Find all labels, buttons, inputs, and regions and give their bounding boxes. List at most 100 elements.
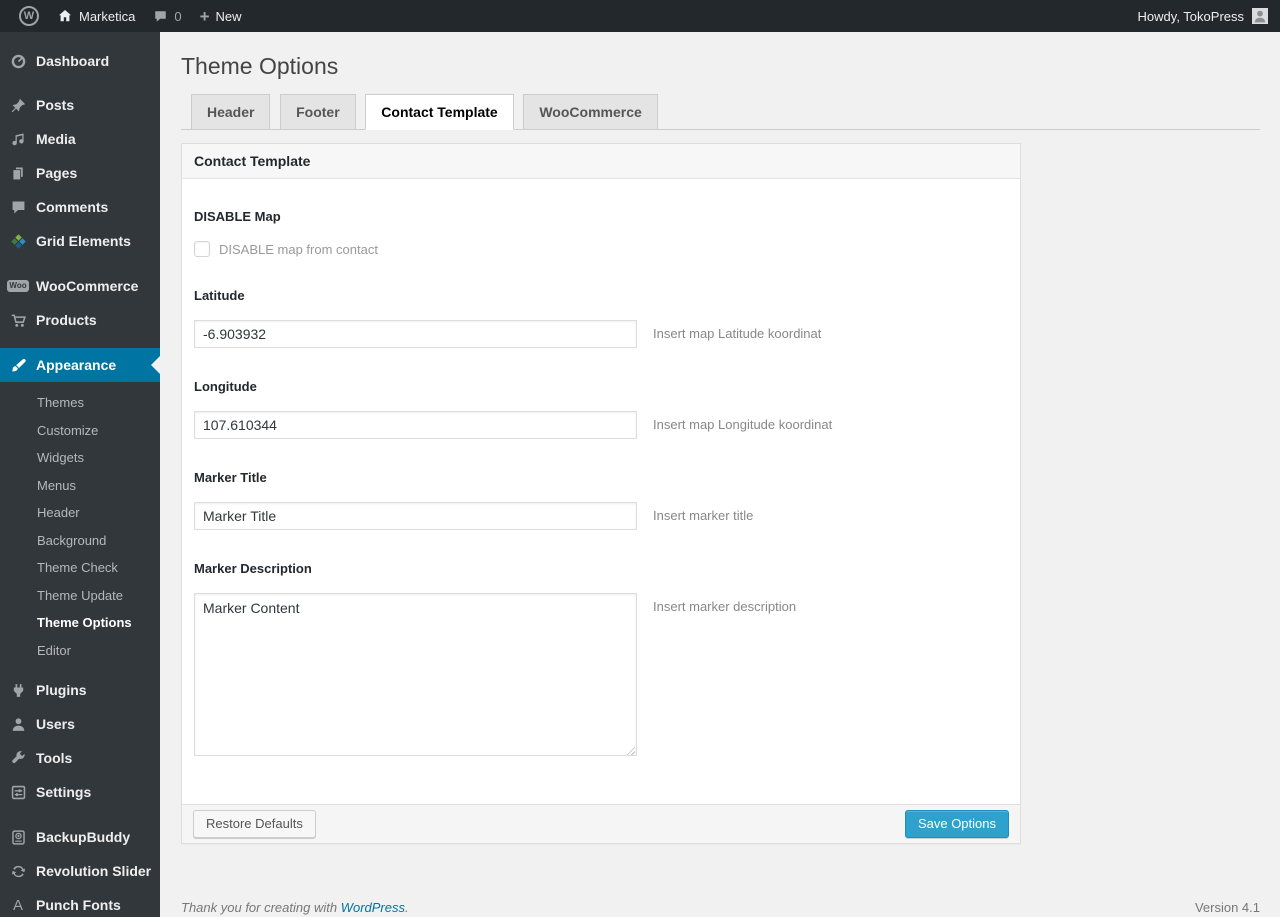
wordpress-link[interactable]: WordPress [341,900,405,915]
sidebar-label: Media [36,131,76,147]
submenu-item-widgets[interactable]: Widgets [0,444,160,472]
sidebar-item-backupbuddy[interactable]: BackupBuddy [0,820,160,854]
sidebar-label: Tools [36,750,73,766]
page-title: Theme Options [181,53,339,79]
longitude-input[interactable] [194,411,637,439]
tab-woocommerce[interactable]: WooCommerce [523,94,658,130]
sidebar-item-appearance[interactable]: Appearance [0,348,160,382]
wordpress-logo-icon: W [19,6,39,26]
page-footer: Thank you for creating with WordPress. V… [181,900,1260,915]
marker-description-help-text: Insert marker description [653,599,797,614]
sidebar-label: Products [36,312,97,328]
comment-bubble-icon [153,9,168,24]
sidebar-item-plugins[interactable]: Plugins [0,673,160,707]
comment-count: 0 [174,8,182,24]
restore-defaults-button[interactable]: Restore Defaults [193,810,316,838]
marker-description-textarea[interactable]: Marker Content [194,593,637,756]
sidebar-label: Appearance [36,357,117,373]
submenu-item-customize[interactable]: Customize [0,417,160,445]
cycle-arrows-icon [8,861,28,881]
main-content: Theme Options Header Footer Contact Temp… [160,32,1280,915]
backup-drive-icon [8,827,28,847]
plug-icon [8,680,28,700]
sidebar-item-users[interactable]: Users [0,707,160,741]
site-name: Marketica [79,8,136,24]
sliders-icon [8,782,28,802]
comments-menu[interactable]: 0 [144,0,190,32]
tab-contact-template[interactable]: Contact Template [365,94,514,130]
woocommerce-badge-icon: Woo [7,280,29,292]
version-text: Version 4.1 [1194,900,1260,915]
latitude-input[interactable] [194,320,637,348]
sidebar-label: Punch Fonts [36,897,121,913]
howdy-account-menu[interactable]: Howdy, TokoPress [1138,9,1244,24]
appearance-submenu: Themes Customize Widgets Menus Header Ba… [0,382,160,673]
sidebar-item-woocommerce[interactable]: Woo WooCommerce [0,269,160,303]
marker-description-label: Marker Description [194,561,312,576]
field-group-latitude: Latitude Insert map Latitude koordinat [194,288,1008,348]
save-options-button[interactable]: Save Options [904,810,1009,838]
sidebar-item-punch-fonts[interactable]: A Punch Fonts [0,888,160,917]
sidebar-item-pages[interactable]: Pages [0,156,160,190]
sidebar-label: Plugins [36,682,87,698]
admin-bar: W Marketica 0 + New Howdy, TokoPress [0,0,1280,32]
sidebar-item-comments[interactable]: Comments [0,190,160,224]
site-name-menu[interactable]: Marketica [48,0,144,32]
panel-body: DISABLE Map DISABLE map from contact Lat… [182,179,1020,804]
sidebar-label: Users [36,716,75,732]
new-label: New [215,8,242,24]
longitude-label: Longitude [194,379,257,394]
footer-thanks-prefix: Thank you for creating with [181,900,341,915]
submenu-item-background[interactable]: Background [0,527,160,555]
pages-stack-icon [8,163,28,183]
disable-map-checkbox-label: DISABLE map from contact [219,241,378,257]
latitude-help-text: Insert map Latitude koordinat [653,326,822,341]
admin-sidebar: Dashboard Posts Media Pages Comments Gri… [0,32,160,917]
submenu-item-editor[interactable]: Editor [0,637,160,665]
marker-title-label: Marker Title [194,470,267,485]
marker-title-input[interactable] [194,502,637,530]
tab-bar: Header Footer Contact Template WooCommer… [181,94,1260,130]
sidebar-item-dashboard[interactable]: Dashboard [0,44,160,78]
sidebar-item-grid-elements[interactable]: Grid Elements [0,224,160,258]
disable-map-checkbox[interactable] [194,241,210,257]
speech-bubble-icon [8,197,28,217]
sidebar-item-products[interactable]: Products [0,303,160,337]
submenu-item-theme-check[interactable]: Theme Check [0,554,160,582]
footer-thanks-text: Thank you for creating with WordPress. [181,900,409,915]
contact-template-panel: Contact Template DISABLE Map DISABLE map… [181,143,1021,844]
sidebar-item-tools[interactable]: Tools [0,741,160,775]
paintbrush-icon [8,355,28,375]
tab-header[interactable]: Header [191,94,271,130]
sidebar-label: BackupBuddy [36,829,131,845]
field-group-marker-title: Marker Title Insert marker title [194,470,1008,530]
plus-icon: + [199,6,210,26]
shopping-cart-icon [8,310,28,330]
submenu-item-theme-update[interactable]: Theme Update [0,582,160,610]
sidebar-item-revolution-slider[interactable]: Revolution Slider [0,854,160,888]
sidebar-label: Settings [36,784,92,800]
sidebar-item-settings[interactable]: Settings [0,775,160,809]
wordpress-logo-menu[interactable]: W [10,0,48,32]
sidebar-label: Grid Elements [36,233,131,249]
sidebar-item-posts[interactable]: Posts [0,88,160,122]
sidebar-label: WooCommerce [36,278,139,294]
sidebar-label: Dashboard [36,53,110,69]
new-content-menu[interactable]: + New [191,0,251,32]
submenu-item-theme-options[interactable]: Theme Options [0,609,160,637]
field-group-disable-map: DISABLE Map DISABLE map from contact [194,209,1008,257]
grid-pinwheel-icon [8,231,28,251]
submenu-item-menus[interactable]: Menus [0,472,160,500]
tab-footer[interactable]: Footer [280,94,356,130]
field-group-longitude: Longitude Insert map Longitude koordinat [194,379,1008,439]
longitude-help-text: Insert map Longitude koordinat [653,417,833,432]
user-avatar[interactable] [1252,8,1268,24]
sidebar-item-media[interactable]: Media [0,122,160,156]
submenu-item-themes[interactable]: Themes [0,389,160,417]
sidebar-label: Revolution Slider [36,863,152,879]
letter-a-icon: A [12,896,23,914]
sidebar-label: Pages [36,165,78,181]
submenu-item-header[interactable]: Header [0,499,160,527]
sidebar-label: Posts [36,97,75,113]
wrench-icon [8,748,28,768]
